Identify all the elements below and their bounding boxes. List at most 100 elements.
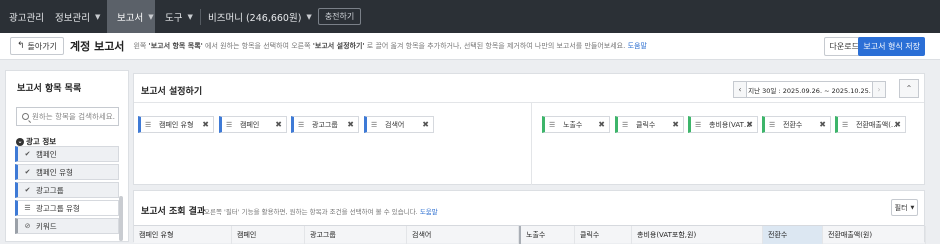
item-list: ✔ 캠페인 ✔ 캠페인 유형 ✔ 광고그룹 ☰ 광고그룹 유형 ⊘ 키워드 xyxy=(15,146,119,236)
list-item-campaign[interactable]: ✔ 캠페인 xyxy=(15,146,119,162)
chevron-down-icon: ▼ xyxy=(94,12,101,21)
column-header-campaign-type[interactable]: 캠페인 유형 xyxy=(134,226,232,244)
close-icon[interactable]: ✖ xyxy=(422,120,429,129)
close-icon[interactable]: ✖ xyxy=(746,120,753,129)
chevron-down-icon: ⌄ xyxy=(16,137,24,146)
results-description: 오른쪽 '필터' 기능을 활용하면, 원하는 항목과 조건을 선택하여 볼 수 … xyxy=(204,206,438,216)
drag-handle-icon: ☰ xyxy=(769,120,776,129)
column-header-search-term[interactable]: 검색어 xyxy=(407,226,519,244)
close-icon[interactable]: ✖ xyxy=(202,120,209,129)
filter-button[interactable]: 필터 ▼ xyxy=(891,199,918,216)
nav-tools[interactable]: 도구 ▼ xyxy=(155,0,200,33)
chevron-down-icon: ▼ xyxy=(910,204,915,211)
list-item-adgroup-type[interactable]: ☰ 광고그룹 유형 xyxy=(15,200,119,216)
metric-chip-clicks[interactable]: ☰ 클릭수 ✖ xyxy=(615,116,684,133)
drag-handle-icon: ☰ xyxy=(145,120,152,129)
desc-text: 오른쪽 '필터' 기능을 활용하면, 원하는 항목과 조건을 선택하여 볼 수 … xyxy=(204,208,420,216)
help-link[interactable]: 도움말 xyxy=(628,42,647,50)
list-item-label: 캠페인 xyxy=(36,149,57,159)
nav-info-management[interactable]: 정보관리 ▼ xyxy=(47,0,107,33)
dimension-chip-adgroup[interactable]: ☰ 광고그룹 ✖ xyxy=(291,116,359,133)
column-header-impressions[interactable]: 노출수 xyxy=(519,226,575,244)
drag-handle-icon: ☰ xyxy=(695,120,702,129)
drag-handle-icon: ☰ xyxy=(549,120,556,129)
desc-text: 왼쪽 xyxy=(133,42,149,50)
date-range-selector[interactable]: 지난 30일 : 2025.09.26. ~ 2025.10.25. xyxy=(747,81,872,98)
chip-label: 총비용(VAT… xyxy=(709,120,751,129)
column-header-conversion-revenue[interactable]: 전환매출액(원) xyxy=(823,226,926,244)
chip-label: 검색어 xyxy=(385,120,405,129)
item-search-input[interactable]: 원하는 항목을 검색하세요. xyxy=(16,107,119,126)
metric-chip-conversions[interactable]: ☰ 전환수 ✖ xyxy=(762,116,831,133)
table-header: 캠페인 유형 캠페인 광고그룹 검색어 노출수 클릭수 총비용(VAT포함,원)… xyxy=(134,225,926,244)
close-icon[interactable]: ✖ xyxy=(819,120,826,129)
metric-chip-impressions[interactable]: ☰ 노출수 ✖ xyxy=(542,116,610,133)
back-button[interactable]: ↰ 돌아가기 xyxy=(10,37,64,55)
nav-reports-label: 보고서 xyxy=(117,12,144,24)
charge-button[interactable]: 충전하기 xyxy=(317,8,362,25)
column-header-conversions[interactable]: 전환수 xyxy=(763,226,823,244)
page-description: 왼쪽 '보고서 항목 목록' 에서 원하는 항목을 선택하여 오른쪽 '보고서 … xyxy=(133,41,646,51)
nav-reports[interactable]: 보고서 ▼ xyxy=(107,0,155,33)
chip-label: 전환매출액(… xyxy=(856,120,898,129)
nav-ad-management-label: 광고관리 xyxy=(9,12,44,24)
nav-tools-label: 도구 xyxy=(165,12,183,24)
scrollbar[interactable] xyxy=(119,196,123,241)
page-title: 계정 보고서 xyxy=(70,40,125,53)
close-icon[interactable]: ✖ xyxy=(672,120,679,129)
nav-ad-management[interactable]: 광고관리 xyxy=(0,0,47,33)
list-item-label: 키워드 xyxy=(36,221,57,231)
drag-handle-icon: ☰ xyxy=(371,120,378,129)
report-item-list-panel: 보고서 항목 목록 원하는 항목을 검색하세요. ⌄ 광고 정보 ✔ 캠페인 ✔… xyxy=(5,70,129,242)
metric-chip-conversion-revenue[interactable]: ☰ 전환매출액(… ✖ xyxy=(835,116,906,133)
drag-handle-icon: ☰ xyxy=(298,120,305,129)
column-header-adgroup[interactable]: 광고그룹 xyxy=(305,226,407,244)
column-header-total-cost[interactable]: 총비용(VAT포함,원) xyxy=(632,226,763,244)
dimension-chip-campaign[interactable]: ☰ 캠페인 ✖ xyxy=(219,116,287,133)
column-header-clicks[interactable]: 클릭수 xyxy=(575,226,632,244)
help-link[interactable]: 도움말 xyxy=(420,208,438,216)
chip-label: 캠페인 유형 xyxy=(159,120,194,129)
filter-label: 필터 xyxy=(894,203,908,212)
ban-icon: ⊘ xyxy=(24,222,31,230)
chevron-down-icon: ▼ xyxy=(148,12,154,21)
chevron-down-icon: ▼ xyxy=(306,12,312,21)
desc-emphasis: '보고서 설정하기' xyxy=(312,42,365,50)
close-icon[interactable]: ✖ xyxy=(598,120,605,129)
metric-chip-total-cost[interactable]: ☰ 총비용(VAT… ✖ xyxy=(688,116,758,133)
close-icon[interactable]: ✖ xyxy=(275,120,282,129)
search-placeholder: 원하는 항목을 검색하세요. xyxy=(32,112,116,121)
panel-title: 보고서 설정하기 xyxy=(141,87,203,97)
panel-title: 보고서 항목 목록 xyxy=(17,84,82,94)
chip-label: 노출수 xyxy=(563,120,583,129)
close-icon[interactable]: ✖ xyxy=(347,120,354,129)
panel-title: 보고서 조회 결과 xyxy=(141,207,206,217)
chevron-right-icon: › xyxy=(877,85,881,94)
save-report-format-button[interactable]: 보고서 형식 저장 xyxy=(858,37,925,56)
list-item-adgroup[interactable]: ✔ 광고그룹 xyxy=(15,182,119,198)
check-icon: ✔ xyxy=(24,168,31,176)
dimension-chip-search-term[interactable]: ☰ 검색어 ✖ xyxy=(364,116,434,133)
page-header: ↰ 돌아가기 계정 보고서 왼쪽 '보고서 항목 목록' 에서 원하는 항목을 … xyxy=(0,33,940,60)
list-item-label: 광고그룹 xyxy=(36,185,64,195)
nav-info-management-label: 정보관리 xyxy=(55,12,90,24)
nav-bizmoney[interactable]: 비즈머니 (246,660원) ▼ xyxy=(201,0,312,33)
list-item-label: 캠페인 유형 xyxy=(36,167,73,177)
check-icon: ✔ xyxy=(24,150,31,158)
date-next-button[interactable]: › xyxy=(872,81,886,98)
drag-handle-icon: ☰ xyxy=(226,120,233,129)
list-item-campaign-type[interactable]: ✔ 캠페인 유형 xyxy=(15,164,119,180)
close-icon[interactable]: ✖ xyxy=(894,120,901,129)
dimension-chip-campaign-type[interactable]: ☰ 캠페인 유형 ✖ xyxy=(138,116,214,133)
desc-text: 에서 원하는 항목을 선택하여 오른쪽 xyxy=(202,42,313,50)
column-header-campaign[interactable]: 캠페인 xyxy=(232,226,305,244)
drag-handle-icon: ☰ xyxy=(842,120,849,129)
nav-bizmoney-label: 비즈머니 (246,660원) xyxy=(208,12,302,24)
date-prev-button[interactable]: ‹ xyxy=(733,81,747,98)
drag-handle-icon: ☰ xyxy=(622,120,629,129)
chip-label: 클릭수 xyxy=(636,120,656,129)
list-item-keyword[interactable]: ⊘ 키워드 xyxy=(15,218,119,234)
chevron-down-icon: ▼ xyxy=(187,12,193,21)
collapse-button[interactable]: ⌃ xyxy=(899,79,919,98)
desc-text: 로 끌어 옮겨 항목을 추가하거나, 선택된 항목을 제거하여 나만의 보고서를… xyxy=(364,42,628,50)
